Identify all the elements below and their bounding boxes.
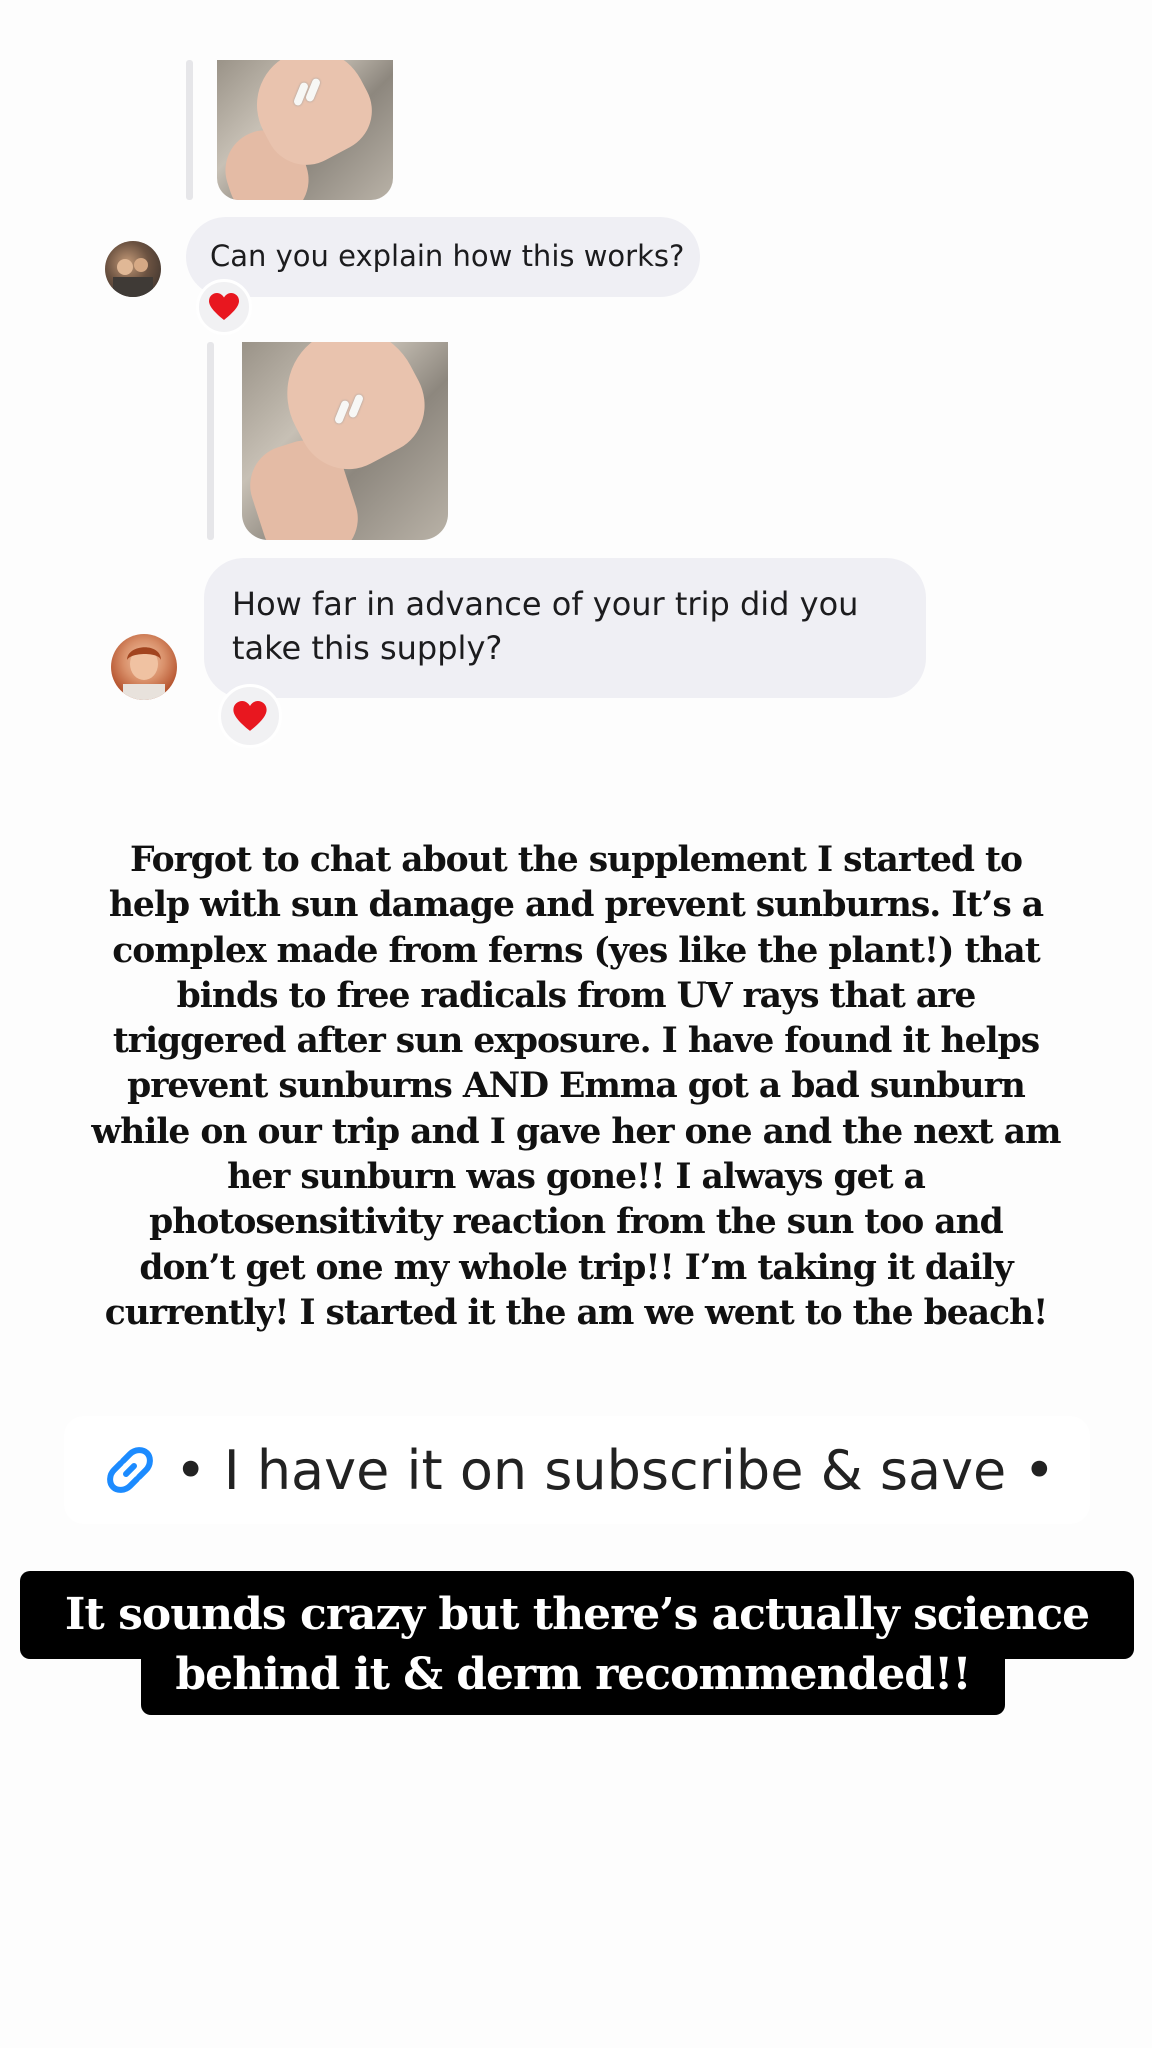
heart-icon — [233, 700, 267, 731]
reply-photo-thumbnail[interactable] — [242, 342, 448, 540]
message-bubble[interactable]: How far in advance of your trip did you … — [204, 558, 926, 698]
link-sticker[interactable]: • I have it on subscribe & save • — [64, 1416, 1090, 1524]
heart-icon — [209, 293, 239, 320]
story-text-block: Forgot to chat about the supplement I st… — [52, 838, 1100, 1336]
sender-avatar[interactable] — [105, 241, 161, 297]
link-icon — [106, 1447, 153, 1493]
sender-avatar[interactable] — [111, 634, 177, 700]
link-sticker-label: • I have it on subscribe & save • — [174, 1438, 1056, 1502]
story-line: don’t get one my whole trip!! I’m taking… — [139, 1247, 1013, 1288]
story-line: complex made from ferns (yes like the pl… — [112, 930, 1040, 971]
story-line: triggered after sun exposure. I have fou… — [112, 1021, 1040, 1062]
story-line: prevent sunburns AND Emma got a bad sunb… — [127, 1066, 1026, 1107]
message-text: Can you explain how this works? — [210, 239, 685, 273]
story-line: help with sun damage and prevent sunburn… — [108, 885, 1044, 926]
story-line: her sunburn was gone!! I always get a — [227, 1157, 926, 1198]
story-line: binds to free radicals from UV rays that… — [176, 975, 977, 1016]
reply-photo-thumbnail[interactable] — [217, 60, 393, 200]
reply-indicator — [186, 60, 193, 200]
story-line: photosensitivity reaction from the sun t… — [149, 1202, 1004, 1243]
reaction-badge[interactable] — [218, 684, 282, 748]
chat-screenshot: Can you explain how this works? How far … — [0, 0, 1152, 748]
story-line: currently! I started it the am we went t… — [104, 1292, 1049, 1333]
story-line: Forgot to chat about the supplement I st… — [129, 840, 1023, 880]
caption-line-2: behind it & derm recommended!! — [141, 1645, 1005, 1715]
story-line: while on our trip and I gave her one and… — [91, 1111, 1061, 1152]
reaction-badge[interactable] — [196, 279, 252, 335]
reply-indicator — [207, 342, 214, 540]
message-bubble[interactable]: Can you explain how this works? — [186, 217, 700, 297]
message-text-line-1: How far in advance of your trip did you — [232, 585, 859, 623]
message-text-line-2: take this supply? — [232, 629, 503, 667]
